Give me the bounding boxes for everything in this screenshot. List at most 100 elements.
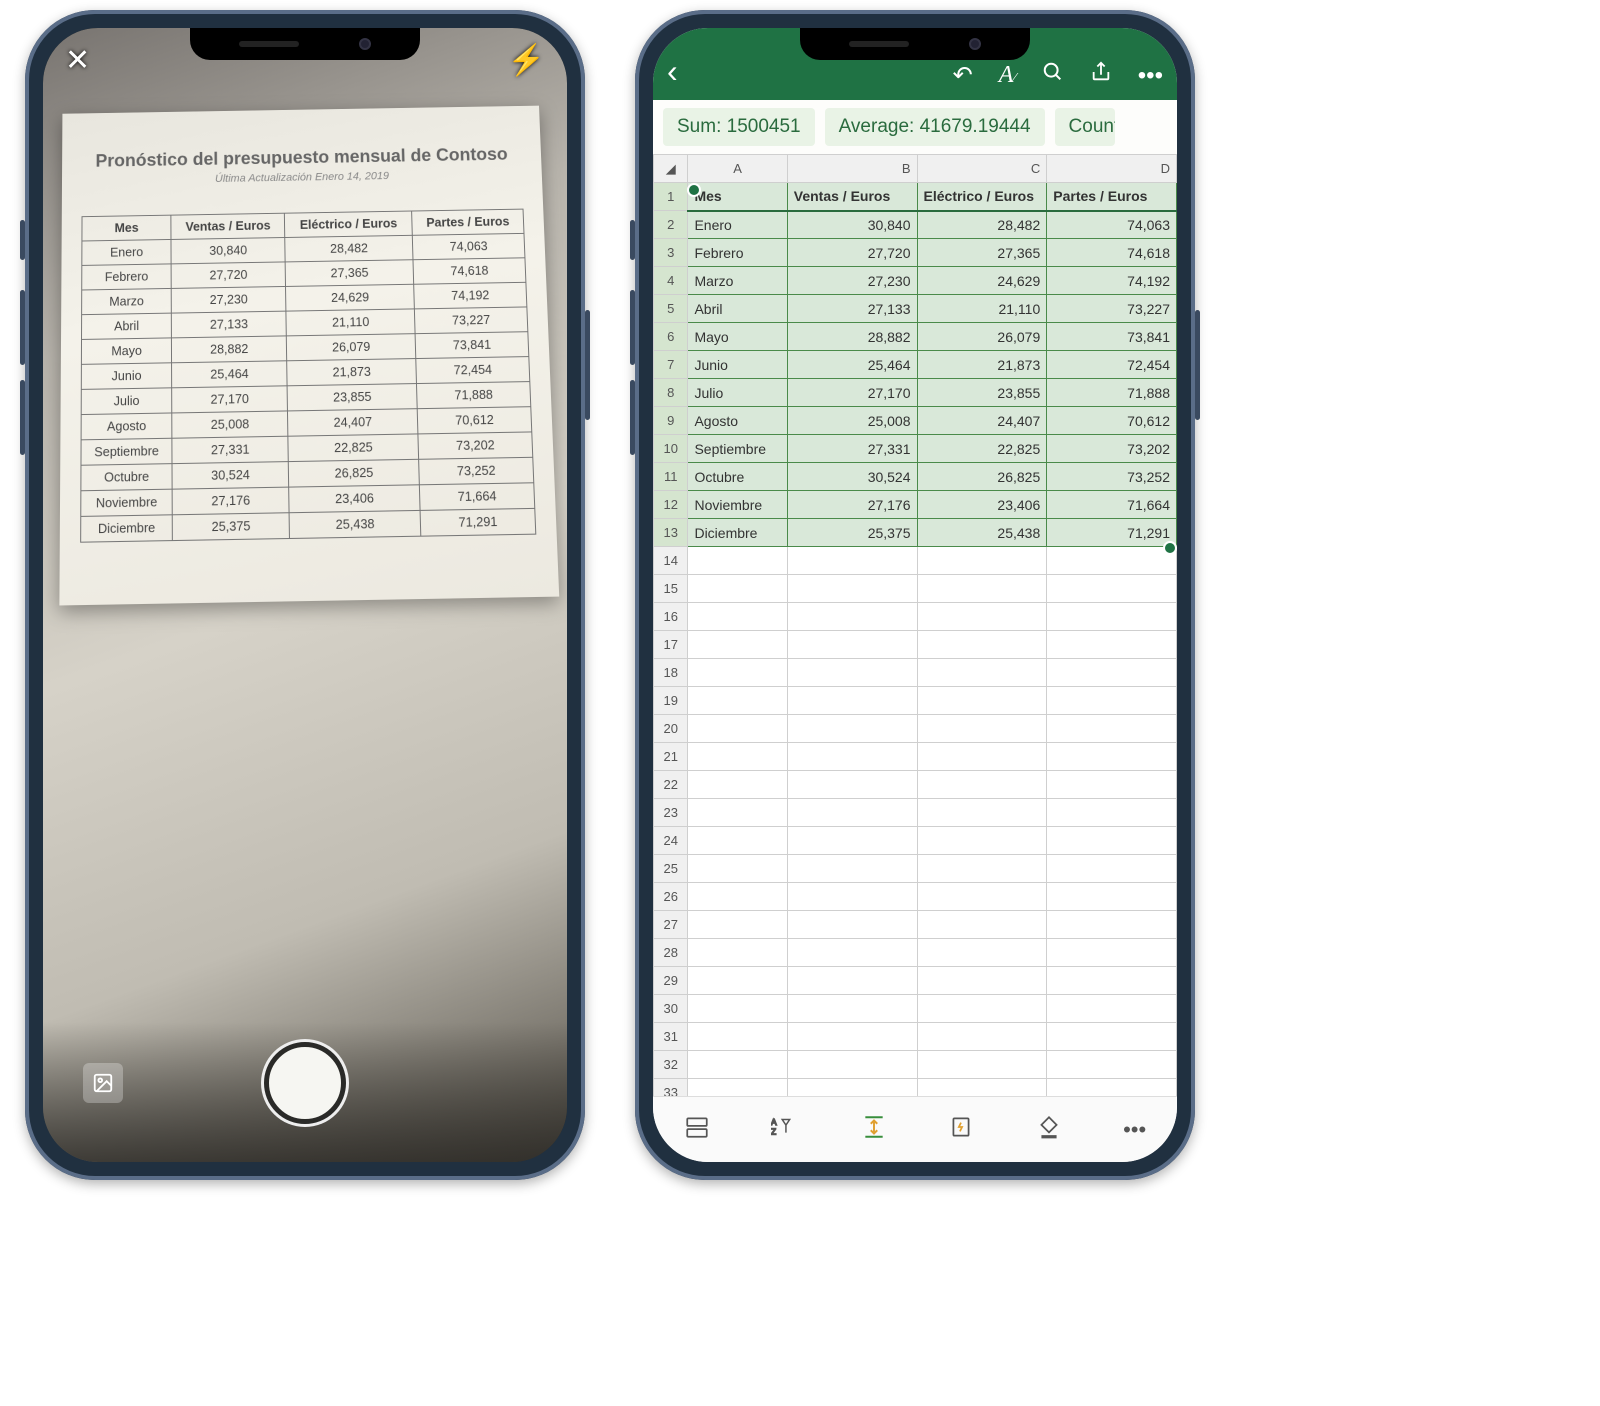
row-header[interactable]: 8 xyxy=(654,379,688,407)
cell[interactable] xyxy=(1047,687,1177,715)
cell[interactable] xyxy=(917,995,1047,1023)
row-header[interactable]: 1 xyxy=(654,183,688,211)
cell[interactable] xyxy=(1047,911,1177,939)
cell[interactable] xyxy=(787,743,917,771)
cell[interactable] xyxy=(917,1079,1047,1097)
cell[interactable] xyxy=(917,715,1047,743)
row-header[interactable]: 4 xyxy=(654,267,688,295)
cell[interactable]: 28,882 xyxy=(787,323,917,351)
row-header[interactable]: 3 xyxy=(654,239,688,267)
row-header[interactable]: 13 xyxy=(654,519,688,547)
cell[interactable] xyxy=(1047,715,1177,743)
cell[interactable]: 21,110 xyxy=(917,295,1047,323)
cell[interactable]: Enero xyxy=(688,211,787,239)
cell[interactable]: Septiembre xyxy=(688,435,787,463)
cell[interactable]: 74,063 xyxy=(1047,211,1177,239)
cell[interactable]: 71,291 xyxy=(1047,519,1177,547)
card-view-icon[interactable] xyxy=(684,1114,710,1146)
cell[interactable]: 25,375 xyxy=(787,519,917,547)
cell[interactable] xyxy=(787,911,917,939)
cell[interactable] xyxy=(787,967,917,995)
cell[interactable] xyxy=(787,995,917,1023)
filter-sort-icon[interactable]: AZ xyxy=(771,1114,799,1146)
cell[interactable]: Ventas / Euros xyxy=(787,183,917,211)
cell[interactable] xyxy=(917,687,1047,715)
cell[interactable] xyxy=(917,659,1047,687)
selection-handle-tl[interactable] xyxy=(687,183,701,197)
cell[interactable] xyxy=(917,967,1047,995)
cell[interactable] xyxy=(787,883,917,911)
cell[interactable] xyxy=(688,603,787,631)
row-header[interactable]: 31 xyxy=(654,1023,688,1051)
cell[interactable] xyxy=(688,1051,787,1079)
col-header-b[interactable]: B xyxy=(787,155,917,183)
more-icon[interactable]: ••• xyxy=(1138,62,1163,90)
cell[interactable] xyxy=(688,547,787,575)
cell[interactable] xyxy=(917,939,1047,967)
cell[interactable] xyxy=(688,659,787,687)
selection-handle-br[interactable] xyxy=(1163,541,1177,555)
fill-color-icon[interactable] xyxy=(1036,1114,1062,1146)
cell[interactable]: 73,202 xyxy=(1047,435,1177,463)
cell[interactable]: 71,888 xyxy=(1047,379,1177,407)
cell[interactable]: 23,855 xyxy=(917,379,1047,407)
cell[interactable] xyxy=(917,911,1047,939)
cell[interactable] xyxy=(917,631,1047,659)
more-tools-icon[interactable]: ••• xyxy=(1123,1117,1146,1143)
cell[interactable]: 27,230 xyxy=(787,267,917,295)
cell[interactable]: 24,629 xyxy=(917,267,1047,295)
row-header[interactable]: 16 xyxy=(654,603,688,631)
cell[interactable]: 27,331 xyxy=(787,435,917,463)
cell[interactable]: Octubre xyxy=(688,463,787,491)
cell[interactable]: Febrero xyxy=(688,239,787,267)
cell[interactable]: Mes xyxy=(688,183,787,211)
cell[interactable] xyxy=(1047,883,1177,911)
cell[interactable] xyxy=(688,883,787,911)
cell[interactable] xyxy=(688,1023,787,1051)
cell[interactable] xyxy=(688,855,787,883)
cell[interactable]: 25,464 xyxy=(787,351,917,379)
cell[interactable] xyxy=(917,743,1047,771)
cell[interactable] xyxy=(917,547,1047,575)
cell[interactable]: 72,454 xyxy=(1047,351,1177,379)
row-header[interactable]: 21 xyxy=(654,743,688,771)
cell[interactable] xyxy=(1047,855,1177,883)
cell[interactable] xyxy=(1047,603,1177,631)
row-header[interactable]: 2 xyxy=(654,211,688,239)
cell[interactable] xyxy=(1047,1023,1177,1051)
row-header[interactable]: 28 xyxy=(654,939,688,967)
row-header[interactable]: 15 xyxy=(654,575,688,603)
cell[interactable] xyxy=(917,799,1047,827)
flash-fill-icon[interactable] xyxy=(948,1114,974,1146)
row-header[interactable]: 32 xyxy=(654,1051,688,1079)
row-header[interactable]: 5 xyxy=(654,295,688,323)
cell[interactable] xyxy=(688,715,787,743)
shutter-button[interactable] xyxy=(264,1042,346,1124)
cell[interactable] xyxy=(917,1051,1047,1079)
cell[interactable] xyxy=(1047,967,1177,995)
row-header[interactable]: 33 xyxy=(654,1079,688,1097)
cell[interactable]: 74,618 xyxy=(1047,239,1177,267)
cell[interactable]: Junio xyxy=(688,351,787,379)
row-header[interactable]: 22 xyxy=(654,771,688,799)
cell[interactable] xyxy=(787,771,917,799)
search-icon[interactable] xyxy=(1042,61,1064,90)
cell[interactable]: 71,664 xyxy=(1047,491,1177,519)
cell[interactable]: 27,365 xyxy=(917,239,1047,267)
row-header[interactable]: 27 xyxy=(654,911,688,939)
cell[interactable] xyxy=(917,575,1047,603)
cell[interactable] xyxy=(1047,547,1177,575)
cell[interactable]: Abril xyxy=(688,295,787,323)
cell[interactable] xyxy=(787,715,917,743)
cell[interactable]: Noviembre xyxy=(688,491,787,519)
row-header[interactable]: 20 xyxy=(654,715,688,743)
cell[interactable]: 24,407 xyxy=(917,407,1047,435)
row-header[interactable]: 19 xyxy=(654,687,688,715)
cell[interactable]: 27,133 xyxy=(787,295,917,323)
col-header-d[interactable]: D xyxy=(1047,155,1177,183)
cell[interactable]: 27,720 xyxy=(787,239,917,267)
cell[interactable]: 23,406 xyxy=(917,491,1047,519)
row-header[interactable]: 12 xyxy=(654,491,688,519)
cell[interactable]: 22,825 xyxy=(917,435,1047,463)
row-header[interactable]: 14 xyxy=(654,547,688,575)
